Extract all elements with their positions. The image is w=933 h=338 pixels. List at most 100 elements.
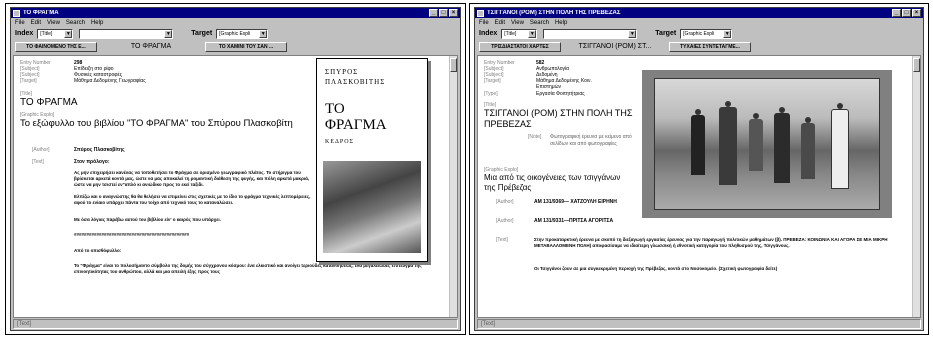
book-title-line: ΤΟ — [325, 101, 345, 117]
book-author: ΣΠΥΡΟΣ ΠΛΑΣΚΟΒΙΤΗΣ — [325, 68, 386, 86]
text-paragraph: Ας μην επιχειρήσει κανένας να τοποθετήσε… — [74, 170, 310, 187]
index-select-value: [Title] — [40, 30, 53, 37]
index-select[interactable]: [Title] ▼ — [501, 28, 538, 39]
current-entry-title: ΤΟ ΦΡΑΓΜΑ — [130, 43, 172, 50]
target-select[interactable]: [Graphic Expli ▼ — [216, 28, 269, 39]
screenshot-stage: ΤΟ ΦΡΑΓΜΑ _ □ × File Edit View Search He… — [0, 0, 933, 338]
next-entry-button[interactable]: ΤΟ ΧΑΜΙΝΙ ΤΟΥ ΣΑΝ ... — [205, 41, 287, 52]
entry-title: ΤΟ ΦΡΑΓΜΑ — [20, 97, 78, 108]
index-label: Index — [15, 30, 34, 37]
author-value: Σπύρος Πλασκοβίτης — [74, 147, 125, 153]
minimize-button[interactable]: _ — [429, 9, 438, 17]
book-title-line: ΦΡΑΓΜΑ — [325, 117, 387, 133]
next-entry-button[interactable]: ΤΥΧΑΙΕΣ ΣΥΝΤΕΤΑΓΜΕ... — [669, 41, 751, 52]
window-title: ΤΣΙΓΓΑΝΟΙ (ΡΟΜ) ΣΤΗΝ ΠΟΛΗ ΤΗΣ ΠΡΕΒΕΖΑΣ — [487, 10, 621, 16]
text-paragraph: Με όσα λόγιας παρέβω αυτού του βιβλίου ε… — [74, 217, 221, 222]
target-value: Μάθημα Δεδομένης Κοιν. Επιστημών — [536, 78, 592, 90]
maximize-button[interactable]: □ — [439, 9, 448, 17]
menu-view[interactable]: View — [47, 20, 60, 26]
person-figure — [774, 113, 790, 183]
previous-entry-button[interactable]: ΤΡΙΣΔΙΑΣΤΑΤΟΙ ΧΑΡΤΕΣ — [479, 41, 561, 52]
field-label: [Text] — [496, 237, 508, 243]
graphic-explanation: Μια από τις οικογένειες των τσιγγάνων τη… — [484, 173, 621, 192]
target-select-value: [Graphic Expli — [219, 30, 251, 37]
author-value: ΑΜ 131/9331—ΠΡΙΤΣΑ ΑΓΟΡΙΤΣΑ — [534, 218, 614, 224]
type-value: Εργασία Φοιτητήτριας — [536, 91, 585, 97]
title-bar: ΤΣΙΓΓΑΝΟΙ (ΡΟΜ) ΣΤΗΝ ΠΟΛΗ ΤΗΣ ΠΡΕΒΕΖΑΣ _… — [475, 8, 923, 18]
field-label: [Target] — [20, 78, 37, 84]
chevron-down-icon[interactable]: ▼ — [64, 29, 73, 38]
target-label: Target — [655, 30, 677, 37]
book-cover-image: ΣΠΥΡΟΣ ΠΛΑΣΚΟΒΙΤΗΣ ΤΟ ΦΡΑΓΜΑ ΚΕΔΡΟΣ — [316, 58, 428, 262]
current-entry-title: ΤΣΙΓΓΑΝΟΙ (ΡΟΜ) ΣΤ... — [578, 43, 652, 50]
entry-content-pane[interactable]: Entry Number 298 [Subject] Επίδειξη στο … — [13, 55, 458, 318]
target-select-value: [Graphic Expli — [683, 30, 715, 37]
close-button[interactable]: × — [912, 9, 921, 17]
term-select[interactable]: ▼ — [543, 28, 638, 39]
previous-entry-button[interactable]: ΤΟ ΦΑΙΝΟΜΕΝΟ ΤΗΣ Ε... — [15, 41, 97, 52]
person-figure — [831, 109, 849, 189]
chevron-down-icon[interactable]: ▼ — [259, 29, 268, 38]
target-value: Μάθημα Δεδομένης Γεωγραφίας — [74, 78, 146, 84]
field-label: [Author] — [32, 147, 50, 153]
app-icon[interactable] — [13, 9, 20, 17]
menu-edit[interactable]: Edit — [31, 20, 41, 26]
chevron-down-icon[interactable]: ▼ — [723, 29, 732, 38]
scrollbar-thumb[interactable] — [913, 58, 920, 72]
field-label: [Author] — [496, 199, 514, 205]
text-paragraph: Ελπίζω και ο αναγνώστης θα θα θελήσει να… — [74, 194, 311, 205]
left-screenshot-frame: ΤΟ ΦΡΑΓΜΑ _ □ × File Edit View Search He… — [5, 3, 466, 335]
right-screenshot-frame: ΤΣΙΓΓΑΝΟΙ (ΡΟΜ) ΣΤΗΝ ΠΟΛΗ ΤΗΣ ΠΡΕΒΕΖΑΣ _… — [469, 3, 929, 335]
text-paragraph: Οι Τσιγγάνοι ζουν σε μια συγκεκριμένη πε… — [534, 266, 778, 271]
person-figure — [801, 123, 815, 179]
entry-content-pane[interactable]: Entry Number 582 [Subject] Ανθρωπολογία … — [477, 55, 921, 318]
menu-edit[interactable]: Edit — [495, 20, 505, 26]
menu-help[interactable]: Help — [91, 20, 103, 26]
app-icon[interactable] — [477, 9, 484, 17]
menu-view[interactable]: View — [511, 20, 524, 26]
title-bar: ΤΟ ΦΡΑΓΜΑ _ □ × — [11, 8, 460, 18]
dam-illustration — [323, 161, 421, 253]
maximize-button[interactable]: □ — [902, 9, 911, 17]
vertical-scrollbar[interactable] — [912, 56, 920, 317]
vertical-scrollbar[interactable] — [449, 56, 457, 317]
author-value: ΑΜ 131/9369— ΧΑΤΖΟΥΛΗ ΕΙΡΗΝΗ — [534, 199, 617, 205]
status-bar: [Text] — [13, 319, 458, 329]
multiterm-window-left: ΤΟ ΦΡΑΓΜΑ _ □ × File Edit View Search He… — [10, 7, 461, 331]
target-label: Target — [191, 30, 213, 37]
menu-search[interactable]: Search — [530, 20, 549, 26]
scrollbar-thumb[interactable] — [450, 58, 457, 72]
menu-help[interactable]: Help — [555, 20, 567, 26]
index-toolbar: Index [Title] ▼ ▼ Target [Graphic Expli … — [475, 27, 923, 40]
index-toolbar: Index [Title] ▼ ▼ Target [Graphic Expli … — [11, 27, 460, 40]
menu-file[interactable]: File — [479, 20, 489, 26]
text-intro: Στον πρόλογο: — [74, 159, 110, 165]
menu-search[interactable]: Search — [66, 20, 85, 26]
target-select[interactable]: [Graphic Expli ▼ — [680, 28, 733, 39]
minimize-button[interactable]: _ — [892, 9, 901, 17]
index-select[interactable]: [Title] ▼ — [37, 28, 74, 39]
chevron-down-icon[interactable]: ▼ — [528, 29, 537, 38]
text-paragraph: Το "Φράγμα" είναι το πολυσήμαντο σύμβολο… — [74, 263, 422, 274]
text-separator: ########################################… — [74, 232, 190, 237]
menu-bar: File Edit View Search Help — [11, 18, 460, 27]
close-button[interactable]: × — [449, 9, 458, 17]
note-value: Φωτογραφική έρευνα με κείμενο από σελίδω… — [550, 134, 632, 147]
entry-title: ΤΣΙΓΓΑΝΟΙ (ΡΟΜ) ΣΤΗΝ ΠΟΛΗ ΤΗΣ ΠΡΕΒΕΖΑΣ — [484, 108, 633, 129]
index-label: Index — [479, 30, 498, 37]
menu-file[interactable]: File — [15, 20, 25, 26]
menu-bar: File Edit View Search Help — [475, 18, 923, 27]
text-paragraph: Στην προκαταρκτική έρευνα με σκοπό τη δι… — [534, 237, 888, 248]
multiterm-window-right: ΤΣΙΓΓΑΝΟΙ (ΡΟΜ) ΣΤΗΝ ΠΟΛΗ ΤΗΣ ΠΡΕΒΕΖΑΣ _… — [474, 7, 924, 331]
field-label: [Target] — [484, 78, 501, 84]
person-figure — [749, 119, 763, 171]
chevron-down-icon[interactable]: ▼ — [628, 29, 637, 38]
roma-family-photo — [654, 78, 880, 210]
term-select[interactable]: ▼ — [79, 28, 174, 39]
field-label: [Type] — [484, 91, 498, 97]
chevron-down-icon[interactable]: ▼ — [164, 29, 173, 38]
field-label: [Author] — [496, 218, 514, 224]
navigation-bar: ΤΟ ΦΑΙΝΟΜΕΝΟ ΤΗΣ Ε... ΤΟ ΦΡΑΓΜΑ ΤΟ ΧΑΜΙΝ… — [11, 40, 460, 53]
person-figure — [719, 107, 737, 185]
person-figure — [691, 115, 705, 175]
